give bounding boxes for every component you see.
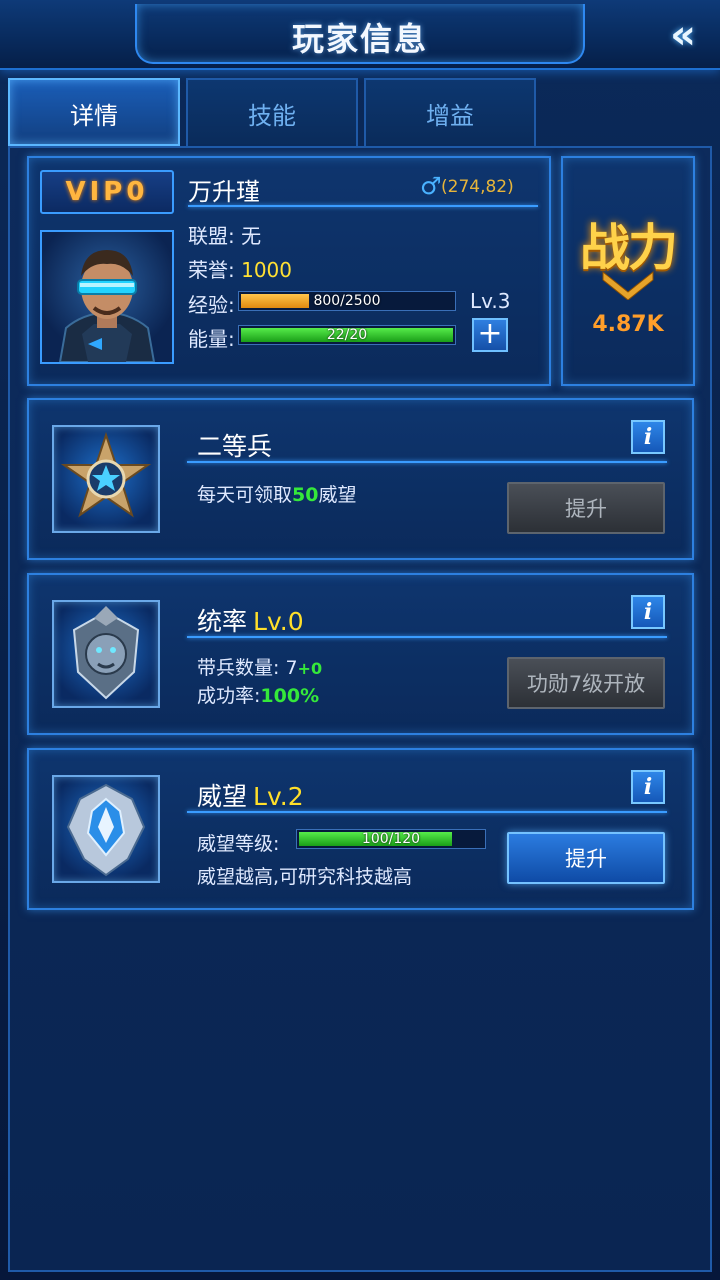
divider bbox=[187, 636, 667, 638]
reward-amount: 50 bbox=[292, 484, 319, 506]
exp-bar: 800/2500 bbox=[238, 291, 456, 311]
prestige-title: 威望 Lv.2 bbox=[197, 777, 304, 813]
back-button[interactable]: « bbox=[660, 15, 706, 55]
rank-daily-reward: 每天可领取50威望 bbox=[197, 480, 356, 507]
tab-buffs[interactable]: 增益 bbox=[364, 78, 536, 146]
male-icon: ♂ bbox=[420, 172, 442, 200]
header-bar: 玩家信息 « bbox=[0, 0, 720, 70]
command-title: 统率 Lv.0 bbox=[197, 602, 304, 638]
divider bbox=[187, 461, 667, 463]
troop-capacity: 带兵数量: 7+0 bbox=[197, 653, 322, 680]
energy-bar-text: 22/20 bbox=[326, 327, 368, 343]
honor-row: 荣誉: 1000 bbox=[188, 254, 292, 283]
reward-prefix: 每天可领取 bbox=[197, 484, 293, 506]
prestige-level: Lv.2 bbox=[253, 782, 304, 811]
troop-bonus: +0 bbox=[297, 659, 323, 678]
success-rate: 成功率:100% bbox=[197, 681, 319, 708]
divider bbox=[188, 205, 538, 207]
prestige-bar-text: 100/120 bbox=[361, 831, 421, 847]
info-icon[interactable]: i bbox=[631, 420, 665, 454]
info-icon[interactable]: i bbox=[631, 595, 665, 629]
player-name: 万升瑾 bbox=[188, 178, 260, 206]
double-chevron-left-icon: « bbox=[670, 12, 696, 58]
troop-value: 7 bbox=[285, 657, 298, 679]
divider bbox=[187, 811, 667, 813]
prestige-level-label: 威望等级: bbox=[197, 833, 280, 855]
energy-bar: 22/20 bbox=[238, 325, 456, 345]
exp-label: 经验: bbox=[188, 293, 235, 317]
rank-upgrade-button[interactable]: 提升 bbox=[507, 482, 665, 534]
honor-label: 荣誉: bbox=[188, 258, 242, 282]
combat-power-value: 4.87K bbox=[592, 312, 664, 337]
add-energy-button[interactable]: + bbox=[472, 318, 508, 352]
prestige-crest-icon[interactable] bbox=[52, 775, 160, 883]
troop-label: 带兵数量: bbox=[197, 657, 286, 679]
chevron-down-icon bbox=[602, 270, 654, 300]
rank-name: 二等兵 bbox=[197, 432, 273, 461]
player-level: Lv.3 bbox=[470, 289, 511, 313]
tab-skills[interactable]: 技能 bbox=[186, 78, 358, 146]
page-title: 玩家信息 bbox=[291, 20, 428, 58]
prestige-name: 威望 bbox=[197, 782, 248, 811]
prestige-bar: 100/120 bbox=[296, 829, 486, 849]
alliance-row: 联盟: 无 bbox=[188, 220, 261, 249]
success-rate-label: 成功率: bbox=[197, 685, 261, 707]
vip-badge[interactable]: VIP0 bbox=[40, 170, 174, 214]
rank-title: 二等兵 bbox=[197, 427, 272, 463]
exp-bar-text: 800/2500 bbox=[313, 293, 381, 309]
success-rate-value: 100% bbox=[260, 685, 320, 707]
command-name: 统率 bbox=[197, 607, 248, 636]
command-level: Lv.0 bbox=[253, 607, 304, 636]
alliance-value: 无 bbox=[241, 224, 262, 248]
rank-star-medal-icon[interactable] bbox=[52, 425, 160, 533]
alliance-label: 联盟: bbox=[188, 224, 242, 248]
reward-suffix: 威望 bbox=[318, 484, 357, 506]
command-locked-button[interactable]: 功勋7级开放 bbox=[507, 657, 665, 709]
info-icon[interactable]: i bbox=[631, 770, 665, 804]
prestige-description: 威望越高,可研究科技越高 bbox=[197, 866, 413, 888]
avatar[interactable] bbox=[40, 230, 174, 364]
honor-value: 1000 bbox=[241, 258, 293, 282]
soldier-portrait-icon bbox=[58, 250, 156, 362]
player-coordinates[interactable]: (274,82) bbox=[441, 177, 514, 197]
command-lion-crest-icon[interactable] bbox=[52, 600, 160, 708]
tab-bar: 详情 技能 增益 bbox=[8, 78, 712, 146]
prestige-upgrade-button[interactable]: 提升 bbox=[507, 832, 665, 884]
tab-details[interactable]: 详情 bbox=[8, 78, 180, 146]
energy-label: 能量: bbox=[188, 327, 235, 351]
